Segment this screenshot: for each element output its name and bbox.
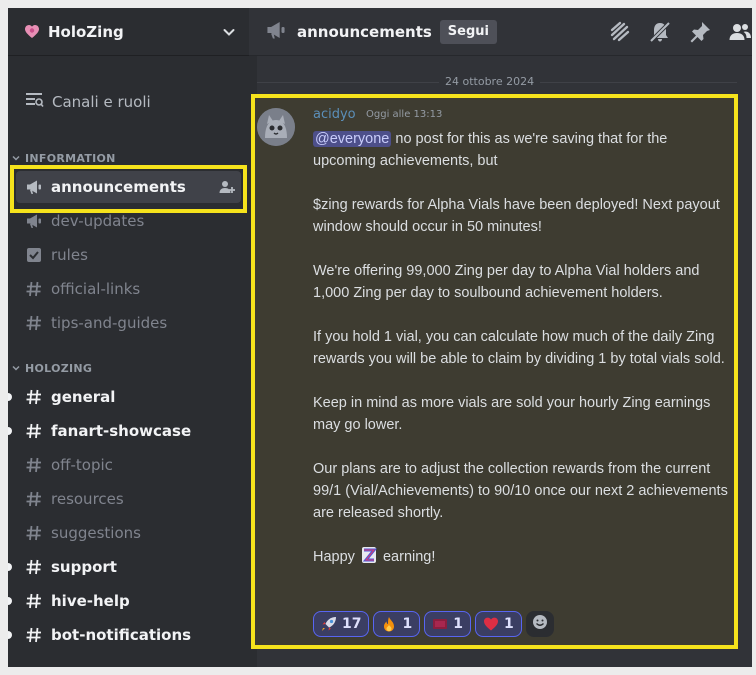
- channel-resources[interactable]: resources: [16, 483, 241, 515]
- hash-icon: [24, 489, 44, 509]
- channel-bot-notifications[interactable]: bot-notifications: [8, 619, 241, 651]
- reaction-fire[interactable]: 1: [373, 611, 421, 637]
- channel-general[interactable]: general: [8, 381, 241, 413]
- reaction-count: 17: [342, 616, 362, 632]
- pin-icon[interactable]: [688, 20, 712, 44]
- message-paragraph: $zing rewards for Alpha Vials have been …: [313, 197, 720, 235]
- channel-header: announcements Segui: [249, 8, 752, 56]
- category-label: INFORMATION: [25, 151, 116, 165]
- smiley-add-icon: [532, 614, 548, 634]
- channels-and-roles-label: Canali e ruoli: [52, 93, 151, 111]
- add-reaction-button[interactable]: [525, 611, 554, 637]
- message-author[interactable]: acidyo: [313, 107, 356, 122]
- flag-icon: [432, 616, 448, 632]
- category-information[interactable]: INFORMATION: [12, 150, 116, 166]
- channel-label: hive-help: [51, 592, 130, 610]
- server-header[interactable]: HoloZing: [8, 8, 249, 56]
- hash-icon: [24, 625, 44, 645]
- header-toolbar: [592, 20, 752, 44]
- channel-hive-help[interactable]: hive-help: [8, 585, 241, 617]
- hash-icon: [24, 421, 44, 441]
- channel-official-links[interactable]: official-links: [16, 273, 241, 305]
- date-divider-label: 24 ottobre 2024: [439, 75, 541, 88]
- channel-suggestions[interactable]: suggestions: [16, 517, 241, 549]
- category-holozing[interactable]: HOLOZING: [12, 360, 92, 376]
- reaction-custom[interactable]: 1: [424, 611, 471, 637]
- chevron-down-icon[interactable]: [221, 24, 237, 40]
- channel-rules[interactable]: rules: [16, 239, 241, 271]
- hash-icon: [24, 279, 44, 299]
- channel-list-icon: [24, 90, 44, 114]
- unread-indicator: [8, 427, 12, 435]
- channel-sidebar: HoloZing Canali e ruoli INFORMATION anno…: [8, 8, 249, 667]
- channel-label: off-topic: [51, 456, 113, 474]
- unread-indicator: [8, 597, 12, 605]
- server-name: HoloZing: [48, 22, 124, 41]
- megaphone-icon: [24, 211, 44, 231]
- channel-support[interactable]: support: [8, 551, 241, 583]
- chevron-down-icon: [12, 364, 22, 372]
- avatar[interactable]: [257, 108, 295, 146]
- message-text: Happy: [313, 549, 355, 565]
- channel-label: bot-notifications: [51, 626, 192, 644]
- threads-icon[interactable]: [608, 20, 632, 44]
- hash-icon: [24, 455, 44, 475]
- message-paragraph: If you hold 1 vial, you can calculate ho…: [313, 329, 725, 367]
- hash-icon: [24, 591, 44, 611]
- chevron-down-icon: [12, 154, 22, 162]
- heart-icon: [483, 616, 499, 632]
- megaphone-icon: [265, 19, 287, 45]
- zing-emoji-icon: [361, 546, 378, 564]
- fire-icon: [381, 616, 397, 632]
- message-paragraph: Keep in mind as more vials are sold your…: [313, 395, 711, 433]
- message-text: earning!: [382, 549, 436, 565]
- category-label: HOLOZING: [25, 361, 93, 375]
- hash-icon: [24, 387, 44, 407]
- channel-label: resources: [51, 490, 124, 508]
- members-icon[interactable]: [728, 20, 752, 44]
- unread-indicator: [8, 563, 12, 571]
- reaction-count: 1: [402, 616, 413, 632]
- rocket-icon: [321, 616, 337, 632]
- reaction-count: 1: [503, 616, 514, 632]
- channel-label: general: [51, 388, 116, 406]
- hash-icon: [24, 313, 44, 333]
- channel-label: official-links: [51, 280, 141, 298]
- channel-label: suggestions: [51, 524, 141, 542]
- channel-label: rules: [51, 246, 88, 264]
- mute-bell-icon[interactable]: [648, 20, 672, 44]
- message-paragraph: We're offering 99,000 Zing per day to Al…: [313, 263, 700, 301]
- hash-icon: [24, 557, 44, 577]
- reaction-heart[interactable]: 1: [474, 611, 522, 637]
- unread-indicator: [8, 631, 12, 639]
- channel-label: support: [51, 558, 117, 576]
- message-timestamp: Oggi alle 13:13: [366, 109, 443, 120]
- unread-indicator: [8, 393, 12, 401]
- channel-title: announcements: [297, 22, 432, 41]
- channels-and-roles-link[interactable]: Canali e ruoli: [24, 90, 151, 114]
- heart-shield-icon: [24, 24, 40, 40]
- everyone-mention[interactable]: @everyone: [313, 131, 392, 147]
- highlight-box-channel: [10, 165, 247, 213]
- channel-label: fanart-showcase: [51, 422, 192, 440]
- channel-label: tips-and-guides: [51, 314, 168, 332]
- reaction-count: 1: [453, 616, 463, 632]
- reactions-bar: 17 1 1 1: [313, 611, 554, 637]
- channel-fanart-showcase[interactable]: fanart-showcase: [8, 415, 241, 447]
- reaction-rocket[interactable]: 17: [313, 611, 370, 637]
- checkbox-icon: [24, 245, 44, 265]
- channel-tips-and-guides[interactable]: tips-and-guides: [16, 307, 241, 339]
- channel-label: dev-updates: [51, 212, 145, 230]
- follow-button[interactable]: Segui: [439, 19, 497, 44]
- message-content: @everyone no post for this as we're savi…: [313, 128, 728, 568]
- message-paragraph: Our plans are to adjust the collection r…: [313, 461, 728, 521]
- channel-off-topic[interactable]: off-topic: [16, 449, 241, 481]
- hash-icon: [24, 523, 44, 543]
